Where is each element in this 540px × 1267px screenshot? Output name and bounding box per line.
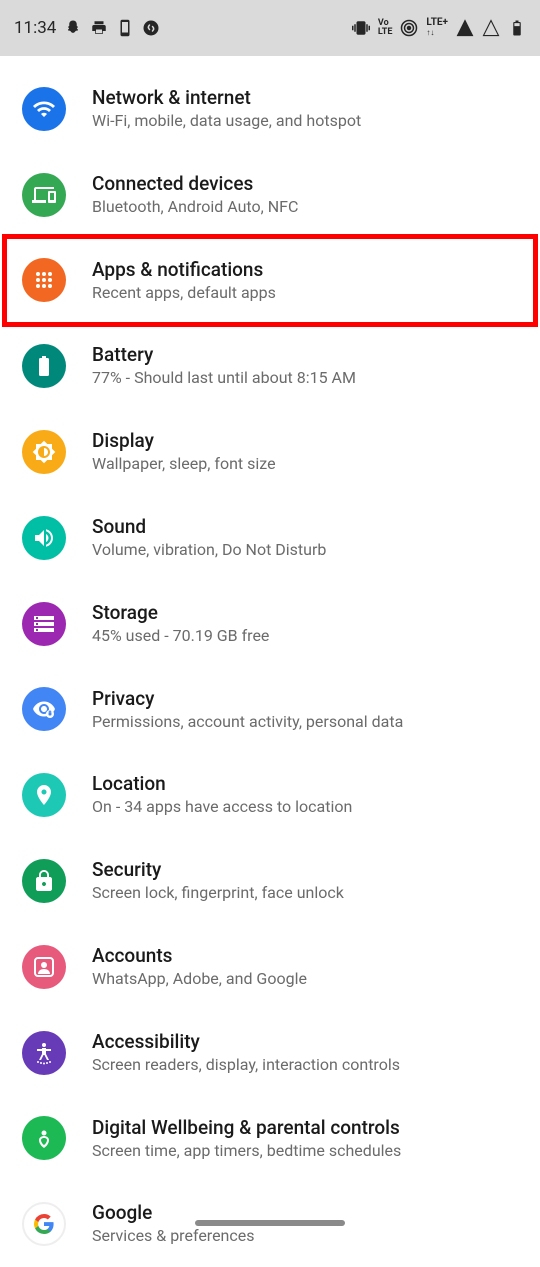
vibrate-icon — [352, 19, 370, 37]
signal-2-icon — [482, 19, 500, 37]
sound-icon — [22, 516, 66, 560]
battery-status-icon — [508, 19, 526, 37]
row-title: Accessibility — [92, 1030, 520, 1053]
row-subtitle: On - 34 apps have access to location — [92, 797, 520, 818]
row-battery[interactable]: Battery77% - Should last until about 8:1… — [0, 323, 540, 409]
location-icon — [22, 773, 66, 817]
row-subtitle: Screen time, app timers, bedtime schedul… — [92, 1141, 520, 1162]
brightness-icon — [22, 430, 66, 474]
row-title: Security — [92, 858, 520, 881]
row-apps-notifications[interactable]: Apps & notificationsRecent apps, default… — [0, 238, 540, 324]
a11y-icon — [22, 1031, 66, 1075]
row-security[interactable]: SecurityScreen lock, fingerprint, face u… — [0, 838, 540, 924]
account-icon — [22, 945, 66, 989]
row-subtitle: Recent apps, default apps — [92, 283, 520, 304]
row-subtitle: Permissions, account activity, personal … — [92, 712, 520, 733]
battery-icon — [22, 344, 66, 388]
apps-icon — [22, 258, 66, 302]
row-display[interactable]: DisplayWallpaper, sleep, font size — [0, 409, 540, 495]
row-subtitle: Services & preferences — [92, 1226, 520, 1247]
row-title: Sound — [92, 515, 520, 538]
row-accounts[interactable]: AccountsWhatsApp, Adobe, and Google — [0, 924, 540, 1010]
row-subtitle: Wi-Fi, mobile, data usage, and hotspot — [92, 111, 520, 132]
row-title: Network & internet — [92, 86, 520, 109]
row-title: Accounts — [92, 944, 520, 967]
devices-icon — [22, 173, 66, 217]
nav-handle[interactable] — [195, 1220, 345, 1226]
status-bar: 11:34 VoLTE LTE+↑↓ — [0, 0, 540, 56]
hotspot-icon — [400, 19, 418, 37]
row-privacy[interactable]: PrivacyPermissions, account activity, pe… — [0, 667, 540, 753]
lte-plus-icon: LTE+↑↓ — [426, 18, 448, 38]
row-subtitle: Screen lock, fingerprint, face unlock — [92, 883, 520, 904]
row-title: Battery — [92, 343, 520, 366]
row-title: Connected devices — [92, 172, 520, 195]
row-connected-devices[interactable]: Connected devicesBluetooth, Android Auto… — [0, 152, 540, 238]
row-subtitle: 45% used - 70.19 GB free — [92, 626, 520, 647]
row-title: Location — [92, 772, 520, 795]
row-subtitle: WhatsApp, Adobe, and Google — [92, 969, 520, 990]
phone-sync-icon — [116, 19, 134, 37]
row-subtitle: Bluetooth, Android Auto, NFC — [92, 197, 520, 218]
row-digital-wellbeing[interactable]: Digital Wellbeing & parental controlsScr… — [0, 1096, 540, 1182]
row-accessibility[interactable]: AccessibilityScreen readers, display, in… — [0, 1010, 540, 1096]
wifi-icon — [22, 87, 66, 131]
row-title: Display — [92, 429, 520, 452]
row-subtitle: Screen readers, display, interaction con… — [92, 1055, 520, 1076]
row-title: Privacy — [92, 687, 520, 710]
row-subtitle: Wallpaper, sleep, font size — [92, 454, 520, 475]
storage-icon — [22, 602, 66, 646]
row-title: Digital Wellbeing & parental controls — [92, 1116, 520, 1139]
row-network-internet[interactable]: Network & internetWi-Fi, mobile, data us… — [0, 66, 540, 152]
status-time: 11:34 — [14, 18, 56, 38]
row-sound[interactable]: SoundVolume, vibration, Do Not Disturb — [0, 495, 540, 581]
print-icon — [90, 19, 108, 37]
privacy-icon — [22, 687, 66, 731]
row-title: Apps & notifications — [92, 258, 520, 281]
google-icon — [22, 1202, 66, 1246]
row-location[interactable]: LocationOn - 34 apps have access to loca… — [0, 752, 540, 838]
snapchat-icon — [64, 19, 82, 37]
settings-list: Network & internetWi-Fi, mobile, data us… — [0, 56, 540, 1267]
row-subtitle: Volume, vibration, Do Not Disturb — [92, 540, 520, 561]
signal-1-icon — [456, 19, 474, 37]
row-subtitle: 77% - Should last until about 8:15 AM — [92, 368, 520, 389]
row-storage[interactable]: Storage45% used - 70.19 GB free — [0, 581, 540, 667]
shazam-icon — [142, 19, 160, 37]
lock-icon — [22, 859, 66, 903]
row-title: Storage — [92, 601, 520, 624]
volte-icon: VoLTE — [378, 19, 393, 37]
wellbeing-icon — [22, 1116, 66, 1160]
